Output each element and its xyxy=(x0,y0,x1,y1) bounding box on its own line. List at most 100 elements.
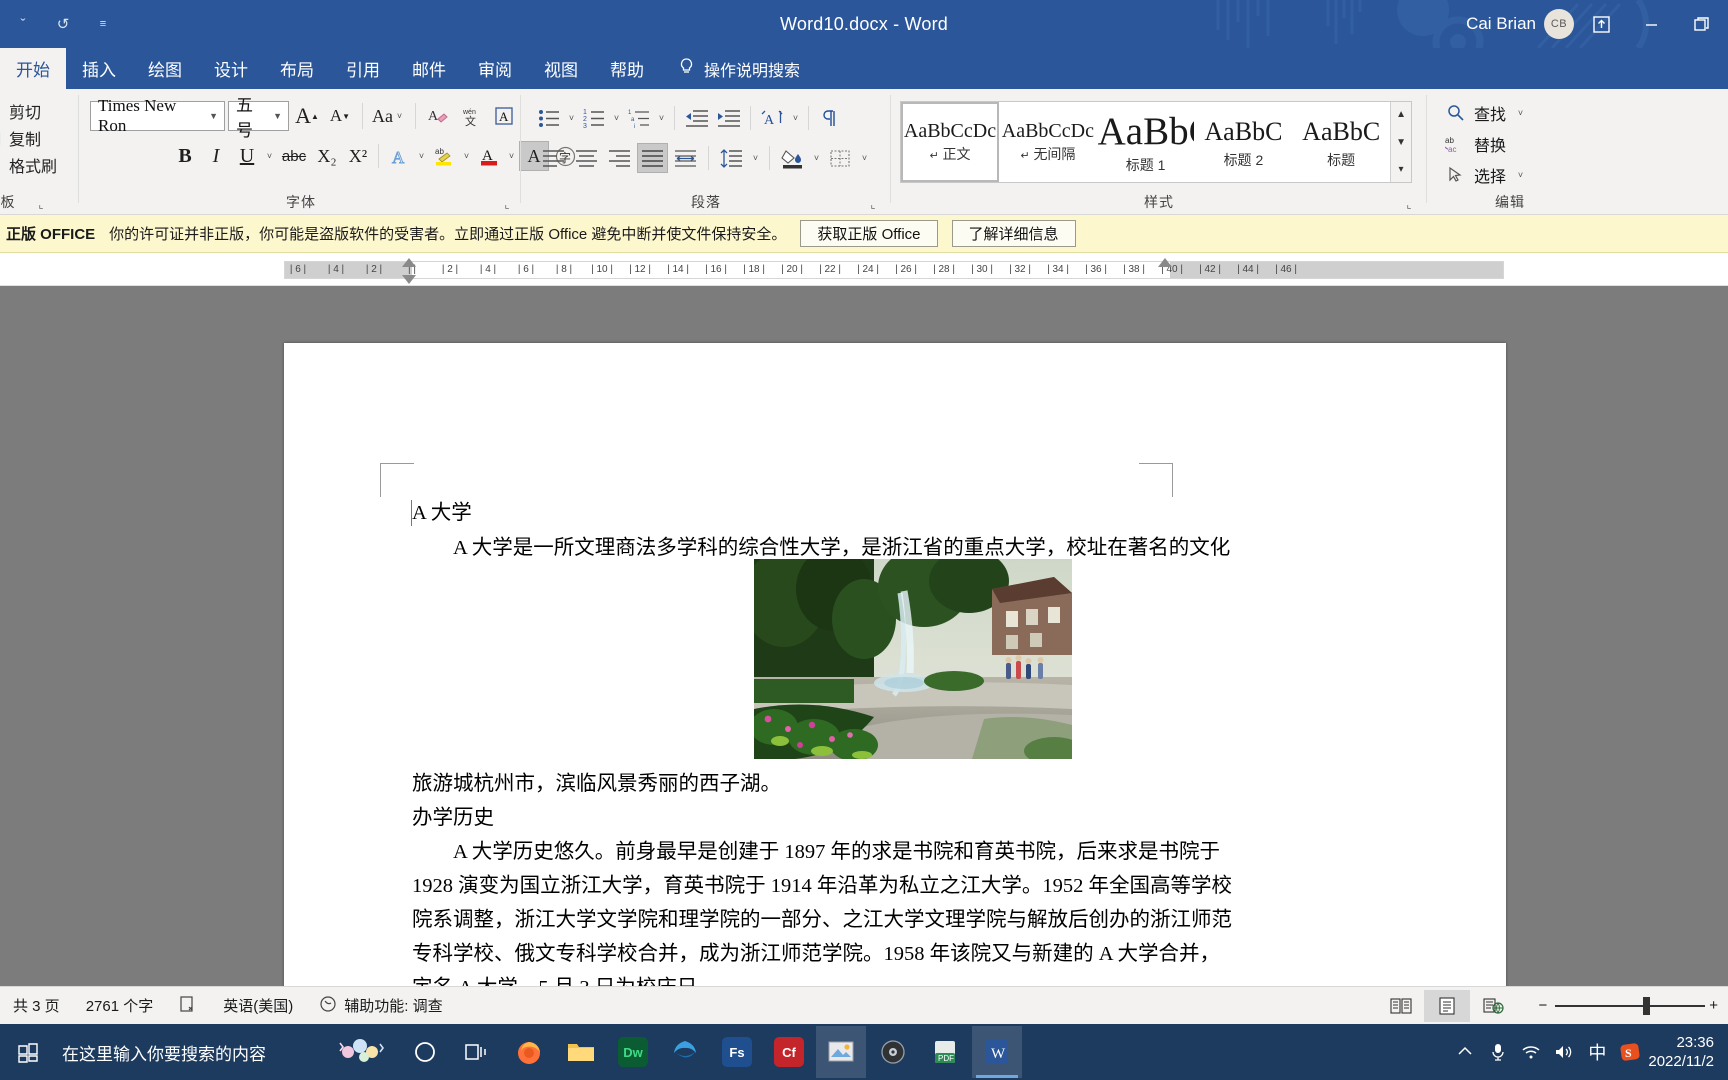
colorful-f-icon[interactable]: Cf xyxy=(764,1026,814,1078)
text-highlight-color-button[interactable]: ab xyxy=(429,141,459,171)
thunderbird-icon[interactable] xyxy=(660,1026,710,1078)
decrease-indent-button[interactable] xyxy=(681,103,712,133)
hanging-indent-marker[interactable] xyxy=(402,275,416,284)
word-count[interactable]: 2761 个字 xyxy=(73,987,167,1025)
tab-layout[interactable]: 布局 xyxy=(264,48,330,89)
style-item-normal[interactable]: AaBbCcDc ↵ 正文 xyxy=(901,102,999,182)
styles-gallery[interactable]: AaBbCcDc ↵ 正文 AaBbCcDc ↵ 无间隔 AaBbC 标题 1 … xyxy=(900,101,1412,183)
select-chevron-down-icon[interactable]: ˅ xyxy=(1514,170,1527,180)
phonetic-guide-button[interactable]: wén 文 xyxy=(456,101,486,131)
borders-button[interactable] xyxy=(825,143,856,173)
change-case-button[interactable]: Aa ˅ xyxy=(370,101,408,131)
grow-font-button[interactable]: A ▲ xyxy=(292,101,322,131)
multilevel-chevron-down-icon[interactable]: ˅ xyxy=(655,113,668,123)
undo-icon[interactable]: ↺ xyxy=(46,7,80,41)
copy-button[interactable]: 复制 xyxy=(0,124,57,151)
chevron-down-icon[interactable]: ▼ xyxy=(269,111,286,121)
system-tray[interactable]: 中 S 23:36 2022/11/2 xyxy=(1450,1032,1728,1072)
highlight-chevron-down-icon[interactable]: ˅ xyxy=(460,151,473,161)
chevron-down-icon[interactable]: ▼ xyxy=(205,111,222,121)
volume-icon[interactable] xyxy=(1549,1032,1579,1072)
restore-icon[interactable] xyxy=(1678,5,1724,43)
taskbar-search-box[interactable]: 在这里输入你要搜索的内容 xyxy=(56,1024,396,1080)
read-mode-view-button[interactable] xyxy=(1378,990,1424,1022)
account-name[interactable]: Cai Brian xyxy=(1466,14,1536,34)
tab-references[interactable]: 引用 xyxy=(330,48,396,89)
web-layout-view-button[interactable] xyxy=(1470,990,1516,1022)
tab-design[interactable]: 设计 xyxy=(198,48,264,89)
shading-chevron-down-icon[interactable]: ˅ xyxy=(810,153,823,163)
font-color-chevron-down-icon[interactable]: ˅ xyxy=(505,151,518,161)
tell-me-box[interactable]: 操作说明搜索 xyxy=(660,48,814,89)
line-spacing-chevron-down-icon[interactable]: ˅ xyxy=(749,153,762,163)
file-explorer-icon[interactable] xyxy=(556,1026,606,1078)
shading-button[interactable] xyxy=(777,143,808,173)
line-spacing-button[interactable] xyxy=(716,143,747,173)
strikethrough-button[interactable]: abc xyxy=(277,141,311,171)
justify-button[interactable] xyxy=(637,143,668,173)
disc-icon[interactable] xyxy=(868,1026,918,1078)
wifi-icon[interactable] xyxy=(1516,1032,1546,1072)
font-name-box[interactable]: Times New Ron ▼ xyxy=(90,96,225,135)
get-genuine-office-button[interactable]: 获取正版 Office xyxy=(800,220,938,247)
task-view-icon[interactable] xyxy=(452,1026,502,1078)
document-canvas[interactable]: A 大学 A 大学是一所文理商法多学科的综合性大学，是浙江省的重点大学，校址在著… xyxy=(0,286,1728,986)
numbering-chevron-down-icon[interactable]: ˅ xyxy=(610,113,623,123)
dreamweaver-icon[interactable]: Dw xyxy=(608,1026,658,1078)
pdf-reader-icon[interactable]: PDF xyxy=(920,1026,970,1078)
show-formatting-marks-button[interactable] xyxy=(815,103,845,133)
scroll-up-icon[interactable]: ▲ xyxy=(1391,102,1411,127)
style-item-title[interactable]: AaBbC 标题 xyxy=(1292,102,1391,182)
format-painter-button[interactable]: 格式刷 xyxy=(0,151,57,178)
styles-dialog-launcher[interactable]: ⌞ xyxy=(1402,197,1416,211)
taskbar-app-icons[interactable]: Dw Fs Cf PDF W xyxy=(400,1026,1022,1078)
right-indent-marker[interactable] xyxy=(1158,258,1172,267)
learn-more-button[interactable]: 了解详细信息 xyxy=(951,220,1076,247)
firefox-icon[interactable] xyxy=(504,1026,554,1078)
font-dialog-launcher[interactable]: ⌞ xyxy=(500,197,514,211)
bold-button[interactable]: B xyxy=(170,141,200,171)
align-right-button[interactable] xyxy=(604,143,635,173)
increase-indent-button[interactable] xyxy=(713,103,744,133)
accessibility-status[interactable]: 辅助功能: 调查 xyxy=(306,987,455,1025)
align-left-button[interactable] xyxy=(538,143,569,173)
tab-insert[interactable]: 插入 xyxy=(66,48,132,89)
cut-button[interactable]: 剪切 xyxy=(0,97,57,124)
shrink-font-button[interactable]: A ▼ xyxy=(325,101,355,131)
microphone-icon[interactable] xyxy=(1483,1032,1513,1072)
zoom-in-button[interactable]: + xyxy=(1705,987,1728,1025)
more-styles-icon[interactable]: ▾ xyxy=(1391,157,1411,182)
bullets-button[interactable] xyxy=(534,103,564,133)
minimize-icon[interactable] xyxy=(1628,5,1674,43)
superscript-button[interactable]: X² xyxy=(343,141,373,171)
styles-gallery-scrollbar[interactable]: ▲ ▼ ▾ xyxy=(1390,102,1412,182)
autosave-toggle-icon[interactable]: ˇ xyxy=(6,7,40,41)
borders-chevron-down-icon[interactable]: ˅ xyxy=(858,153,871,163)
multilevel-list-button[interactable]: 1ai xyxy=(624,103,654,133)
underline-button[interactable]: U xyxy=(232,141,262,171)
find-chevron-down-icon[interactable]: ˅ xyxy=(1514,108,1527,118)
tab-view[interactable]: 视图 xyxy=(528,48,594,89)
zoom-thumb[interactable] xyxy=(1643,996,1651,1015)
first-line-indent-marker[interactable] xyxy=(402,258,416,267)
text-effects-chevron-down-icon[interactable]: ˅ xyxy=(415,151,428,161)
fs-capture-icon[interactable]: Fs xyxy=(712,1026,762,1078)
italic-button[interactable]: I xyxy=(201,141,231,171)
bullets-chevron-down-icon[interactable]: ˅ xyxy=(565,113,578,123)
text-effects-button[interactable]: A xyxy=(384,141,414,171)
numbering-button[interactable]: 123 xyxy=(579,103,609,133)
sogou-ime-icon[interactable]: S xyxy=(1615,1032,1645,1072)
clipboard-dialog-launcher[interactable]: ⌞ xyxy=(34,197,48,211)
character-border-button[interactable]: A xyxy=(489,101,519,131)
cortana-icon[interactable] xyxy=(400,1026,450,1078)
style-item-no-spacing[interactable]: AaBbCcDc ↵ 无间隔 xyxy=(999,102,1097,182)
font-size-box[interactable]: 五号 ▼ xyxy=(228,96,289,140)
show-hidden-icons[interactable] xyxy=(1450,1032,1480,1072)
paragraph-dialog-launcher[interactable]: ⌞ xyxy=(866,197,880,211)
avatar[interactable]: CB xyxy=(1544,9,1574,39)
style-item-heading-1[interactable]: AaBbC 标题 1 xyxy=(1096,102,1195,182)
word-icon[interactable]: W xyxy=(972,1026,1022,1078)
ime-chinese-icon[interactable]: 中 xyxy=(1582,1032,1612,1072)
style-item-heading-2[interactable]: AaBbC 标题 2 xyxy=(1194,102,1293,182)
ribbon-display-options-icon[interactable] xyxy=(1578,5,1624,43)
